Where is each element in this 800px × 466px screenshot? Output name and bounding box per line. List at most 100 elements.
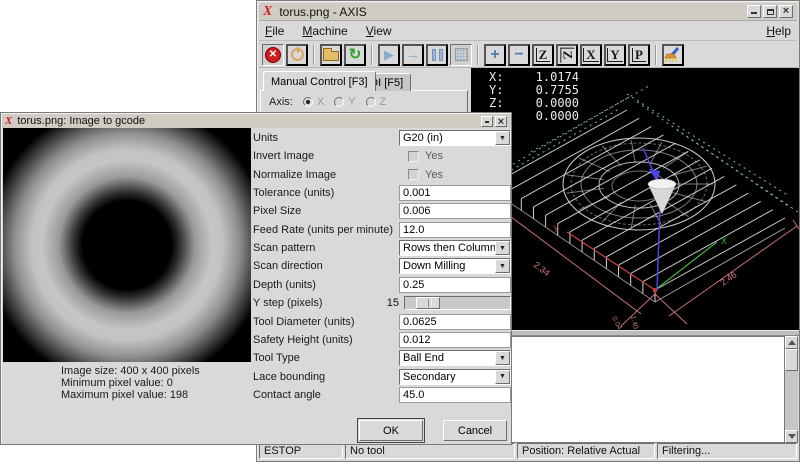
toolbar-separator: [313, 45, 315, 65]
y-step-label: Y step (pixels): [253, 297, 399, 309]
tolerance-input[interactable]: [399, 185, 511, 201]
gcode-scrollbar[interactable]: [785, 336, 798, 443]
checkbox-icon[interactable]: [408, 151, 419, 162]
axis-radio-z[interactable]: Z: [366, 96, 387, 108]
combo-arrow-icon[interactable]: ▼: [495, 241, 510, 255]
feed-rate-input[interactable]: [399, 222, 511, 238]
y-step-scale: 15: [381, 296, 511, 310]
pixel-size-label: Pixel Size: [253, 205, 399, 217]
image-to-gcode-dialog: X torus.png: Image to gcode × Image size…: [0, 112, 512, 445]
tool-type-combobox[interactable]: Ball End▼: [399, 350, 511, 366]
view-x-button[interactable]: X: [580, 44, 602, 66]
stop-icon: [455, 48, 468, 61]
toolbar-separator: [655, 45, 657, 65]
lace-bounding-combobox[interactable]: Secondary▼: [399, 369, 511, 385]
y-step-slider-track[interactable]: [404, 296, 511, 310]
step-button[interactable]: →: [402, 44, 424, 66]
combo-arrow-icon[interactable]: ▼: [495, 131, 510, 145]
radio-icon: [366, 97, 376, 107]
combo-arrow-icon[interactable]: ▼: [495, 259, 510, 273]
safety-height-input[interactable]: [399, 332, 511, 348]
combo-arrow-icon[interactable]: ▼: [495, 351, 510, 365]
lace-bounding-value: Secondary: [400, 371, 495, 383]
view-z-icon: Z: [536, 48, 551, 62]
scan-pattern-value: Rows then Columns: [400, 242, 495, 254]
axis-radio-x[interactable]: X: [303, 96, 324, 108]
combo-arrow-icon[interactable]: ▼: [495, 370, 510, 384]
scroll-up-icon[interactable]: [785, 336, 798, 349]
ok-button[interactable]: OK: [359, 420, 423, 441]
clear-plot-button[interactable]: [662, 44, 684, 66]
machine-power-button[interactable]: [286, 44, 308, 66]
scrollbar-thumb[interactable]: [785, 349, 798, 371]
tab-manual-control[interactable]: Manual Control [F3]: [263, 71, 376, 91]
axis-titlebar[interactable]: X torus.png - AXIS ×: [259, 3, 797, 21]
pause-icon: [432, 49, 443, 61]
minimize-button[interactable]: [747, 5, 761, 18]
field-row-tool-type: Tool TypeBall End▼: [253, 349, 511, 367]
lace-bounding-label: Lace bounding: [253, 371, 399, 383]
normalize-image-check-label: Yes: [425, 169, 443, 181]
reload-button[interactable]: ↻: [344, 44, 366, 66]
scan-direction-combobox[interactable]: Down Milling▼: [399, 258, 511, 274]
toolbar: ✕ ↻ ▶ → + − Z Z X Y P: [259, 42, 797, 68]
gcode-listing[interactable]: [471, 336, 785, 443]
zoom-in-button[interactable]: +: [484, 44, 506, 66]
zoom-out-button[interactable]: −: [508, 44, 530, 66]
view-perspective-button[interactable]: P: [628, 44, 650, 66]
checkbox-icon[interactable]: [408, 169, 419, 180]
close-button[interactable]: ×: [779, 5, 793, 18]
view-y-button[interactable]: Y: [604, 44, 626, 66]
power-icon: [291, 48, 304, 61]
estop-button[interactable]: ✕: [262, 44, 284, 66]
tool-type-value: Ball End: [400, 352, 495, 364]
menu-file[interactable]: File: [265, 24, 284, 38]
axis-label: Axis:: [269, 96, 293, 108]
open-folder-icon: [323, 51, 339, 61]
pixel-size-input[interactable]: [399, 203, 511, 219]
dialog-form: UnitsG20 (in)▼Invert ImageYesNormalize I…: [1, 113, 513, 446]
view-z-rotated-button[interactable]: Z: [556, 44, 578, 66]
field-row-tolerance: Tolerance (units): [253, 184, 511, 202]
field-row-feed-rate: Feed Rate (units per minute): [253, 221, 511, 239]
field-row-normalize-image: Normalize Image Yes: [253, 166, 511, 184]
maximize-button[interactable]: [763, 5, 777, 18]
menu-help[interactable]: Help: [766, 24, 791, 38]
axis-y-marker: Y: [553, 224, 559, 234]
brush-icon: [664, 47, 682, 63]
field-row-lace-bounding: Lace boundingSecondary▼: [253, 368, 511, 386]
field-row-contact-angle: Contact angle: [253, 386, 511, 404]
pause-button[interactable]: [426, 44, 448, 66]
radio-icon: [334, 97, 344, 107]
invert-image-checkbox[interactable]: Yes: [408, 150, 443, 162]
normalize-image-checkbox[interactable]: Yes: [408, 169, 443, 181]
view-z-button[interactable]: Z: [532, 44, 554, 66]
zoom-out-icon: −: [514, 48, 523, 62]
axis-window-title: torus.png - AXIS: [279, 5, 366, 19]
preview-pane[interactable]: 2.34 2.46 0.04 1.40 X Y X:1.0174: [471, 68, 799, 330]
normalize-image-label: Normalize Image: [253, 169, 399, 181]
cancel-button[interactable]: Cancel: [443, 420, 507, 441]
contact-angle-input[interactable]: [399, 387, 511, 403]
scan-pattern-label: Scan pattern: [253, 242, 399, 254]
toolbar-separator: [477, 45, 479, 65]
units-label: Units: [253, 132, 399, 144]
menu-view[interactable]: View: [366, 24, 392, 38]
invert-image-check-label: Yes: [425, 150, 443, 162]
open-file-button[interactable]: [320, 44, 342, 66]
stop-button[interactable]: [450, 44, 472, 66]
y-step-slider-handle[interactable]: [416, 297, 440, 309]
view-x-icon: X: [583, 48, 598, 62]
menu-machine[interactable]: Machine: [302, 24, 347, 38]
menubar: File Machine View Help: [259, 22, 797, 41]
tool-diameter-input[interactable]: [399, 314, 511, 330]
scan-pattern-combobox[interactable]: Rows then Columns▼: [399, 240, 511, 256]
view-z-rotated-icon: Z: [560, 47, 574, 62]
scroll-down-icon[interactable]: [785, 430, 798, 443]
run-button[interactable]: ▶: [378, 44, 400, 66]
depth-input[interactable]: [399, 277, 511, 293]
units-combobox[interactable]: G20 (in)▼: [399, 130, 511, 146]
scan-direction-label: Scan direction: [253, 260, 399, 272]
axis-radio-y[interactable]: Y: [334, 96, 355, 108]
dimension-label-small-2: 1.40: [629, 315, 639, 330]
